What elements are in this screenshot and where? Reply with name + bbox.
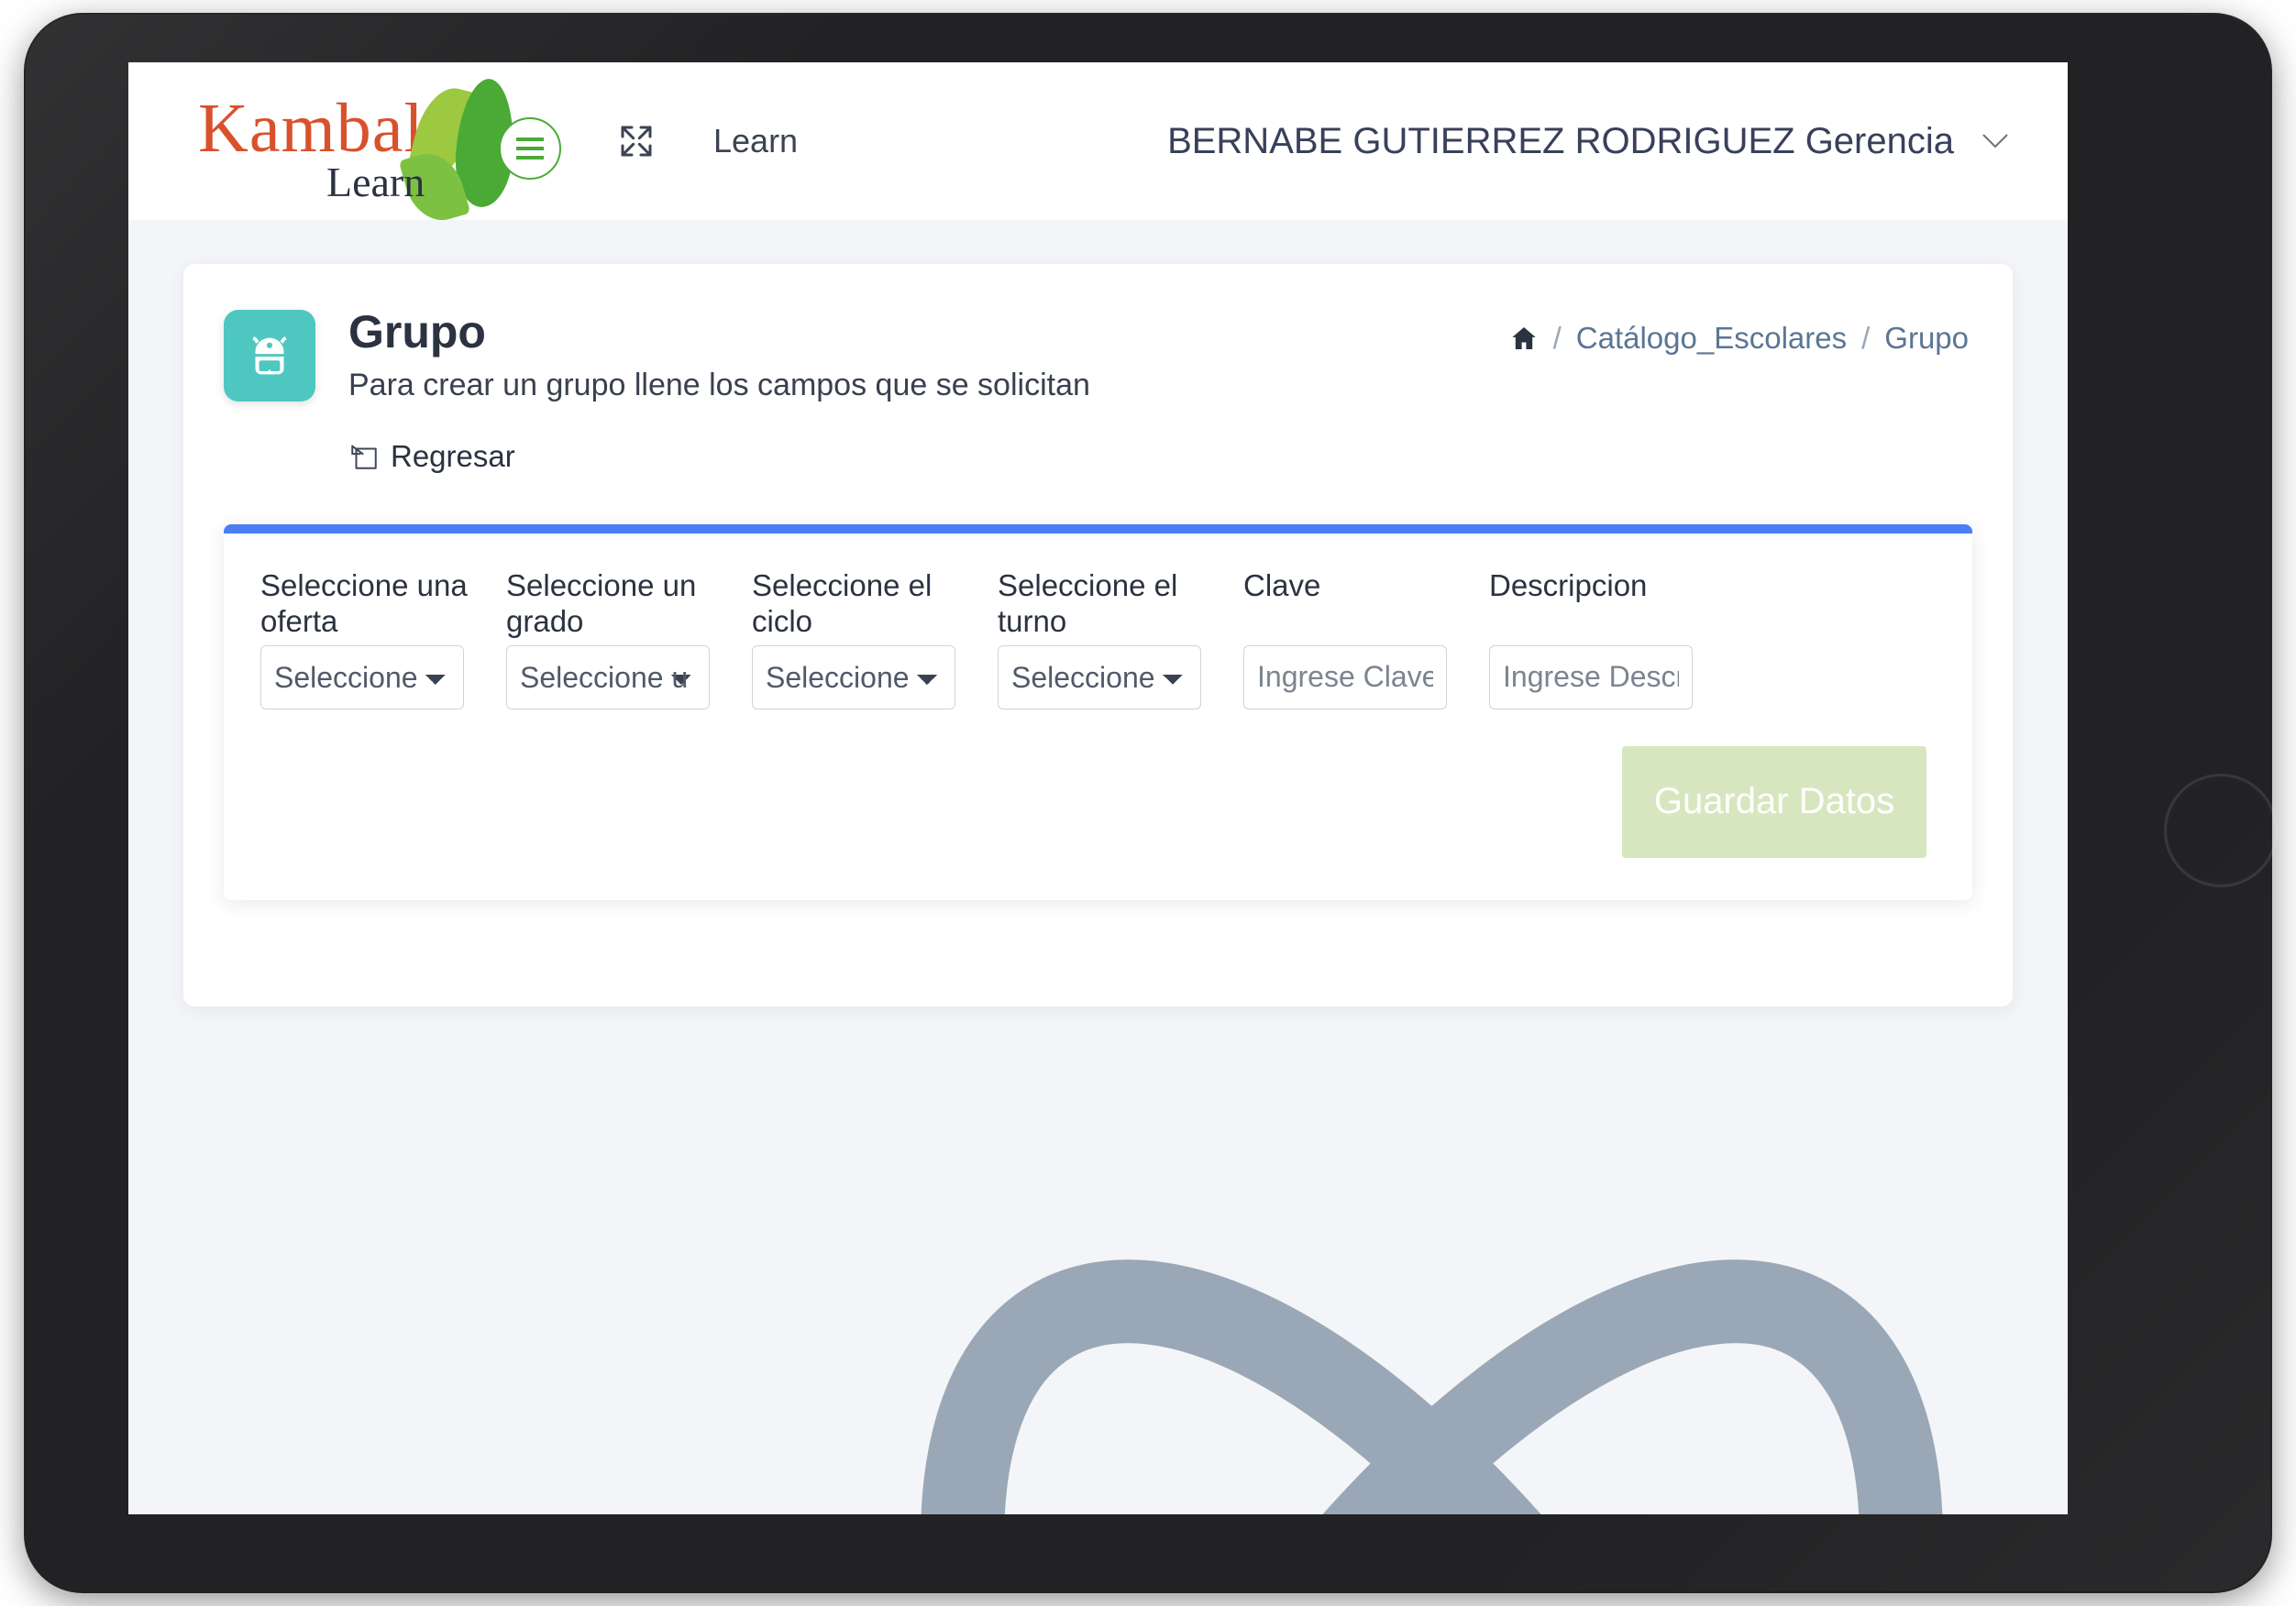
footer: Kambal 1.0.0 ® | 2021 — [183, 1067, 2013, 1514]
form-row: Seleccione una oferta Seleccione Selecci… — [260, 568, 1936, 710]
page-body: Grupo Para crear un grupo llene los camp… — [128, 220, 2068, 1514]
user-menu[interactable]: BERNABE GUTIERREZ RODRIGUEZ Gerencia — [1167, 121, 2024, 162]
backpack-icon — [224, 310, 315, 402]
page-subtitle: Para crear un grupo llene los campos que… — [348, 368, 1090, 402]
breadcrumb-item-catalogo[interactable]: Catálogo_Escolares — [1576, 321, 1847, 356]
expand-fullscreen-icon[interactable] — [618, 123, 655, 160]
back-link[interactable]: Regresar — [348, 439, 515, 474]
tablet-device-frame: Kambal Learn Learn BERNABE GUTIERREZ ROD… — [26, 15, 2278, 1591]
breadcrumb-separator-1: / — [1552, 321, 1562, 355]
field-label-clave: Clave — [1243, 567, 1321, 602]
select-ciclo[interactable]: Seleccione — [752, 644, 955, 710]
user-name-label: BERNABE GUTIERREZ RODRIGUEZ Gerencia — [1167, 120, 1954, 161]
logo-subtext: Learn — [326, 159, 425, 205]
breadcrumb-item-grupo[interactable]: Grupo — [1884, 321, 1969, 356]
breadcrumb-separator-2: / — [1861, 321, 1871, 355]
field-label-grado: Seleccione un grado — [506, 567, 697, 638]
page-title: Grupo — [348, 306, 486, 358]
hamburger-badge-icon[interactable] — [499, 117, 561, 180]
field-label-ciclo: Seleccione el ciclo — [752, 567, 933, 638]
back-link-label: Regresar — [391, 438, 515, 473]
card-header: Grupo Para crear un grupo llene los camp… — [224, 304, 1972, 477]
field-label-turno: Seleccione el turno — [998, 567, 1178, 638]
group-form-card: Seleccione una oferta Seleccione Selecci… — [224, 523, 1972, 900]
field-clave: Clave — [1243, 568, 1489, 710]
home-button[interactable] — [2164, 774, 2278, 887]
select-turno[interactable]: Seleccione — [998, 644, 1201, 710]
field-turno: Seleccione el turno Seleccione — [998, 568, 1243, 710]
breadcrumb: / Catálogo_Escolares / Grupo — [1509, 321, 1969, 356]
field-grado: Seleccione un grado Seleccione u — [506, 568, 752, 710]
select-grado[interactable]: Seleccione u — [506, 644, 710, 710]
logo-wordmark: Kambal — [198, 90, 425, 167]
field-ciclo: Seleccione el ciclo Seleccione — [752, 568, 998, 710]
field-descripcion: Descripcion — [1489, 568, 1735, 710]
input-descripcion[interactable] — [1489, 644, 1693, 710]
content-card: Grupo Para crear un grupo llene los camp… — [183, 264, 2013, 1006]
browser-viewport: Kambal Learn Learn BERNABE GUTIERREZ ROD… — [128, 62, 2068, 1514]
form-actions: Guardar Datos — [260, 745, 1936, 858]
input-clave[interactable] — [1243, 644, 1447, 710]
field-label-oferta: Seleccione una oferta — [260, 567, 468, 638]
save-button[interactable]: Guardar Datos — [1622, 745, 1926, 858]
top-navbar: Kambal Learn Learn BERNABE GUTIERREZ ROD… — [128, 62, 2068, 228]
kambal-logo[interactable]: Kambal Learn — [198, 77, 565, 228]
select-oferta[interactable]: Seleccione — [260, 644, 464, 710]
page-heading-block: Grupo Para crear un grupo llene los camp… — [348, 304, 1090, 477]
back-arrow-icon — [348, 441, 380, 472]
field-label-descripcion: Descripcion — [1489, 567, 1648, 602]
chevron-down-icon[interactable] — [1981, 133, 2009, 149]
nav-item-learn[interactable]: Learn — [713, 122, 798, 160]
field-oferta: Seleccione una oferta Seleccione — [260, 568, 506, 710]
home-icon[interactable] — [1509, 324, 1539, 353]
